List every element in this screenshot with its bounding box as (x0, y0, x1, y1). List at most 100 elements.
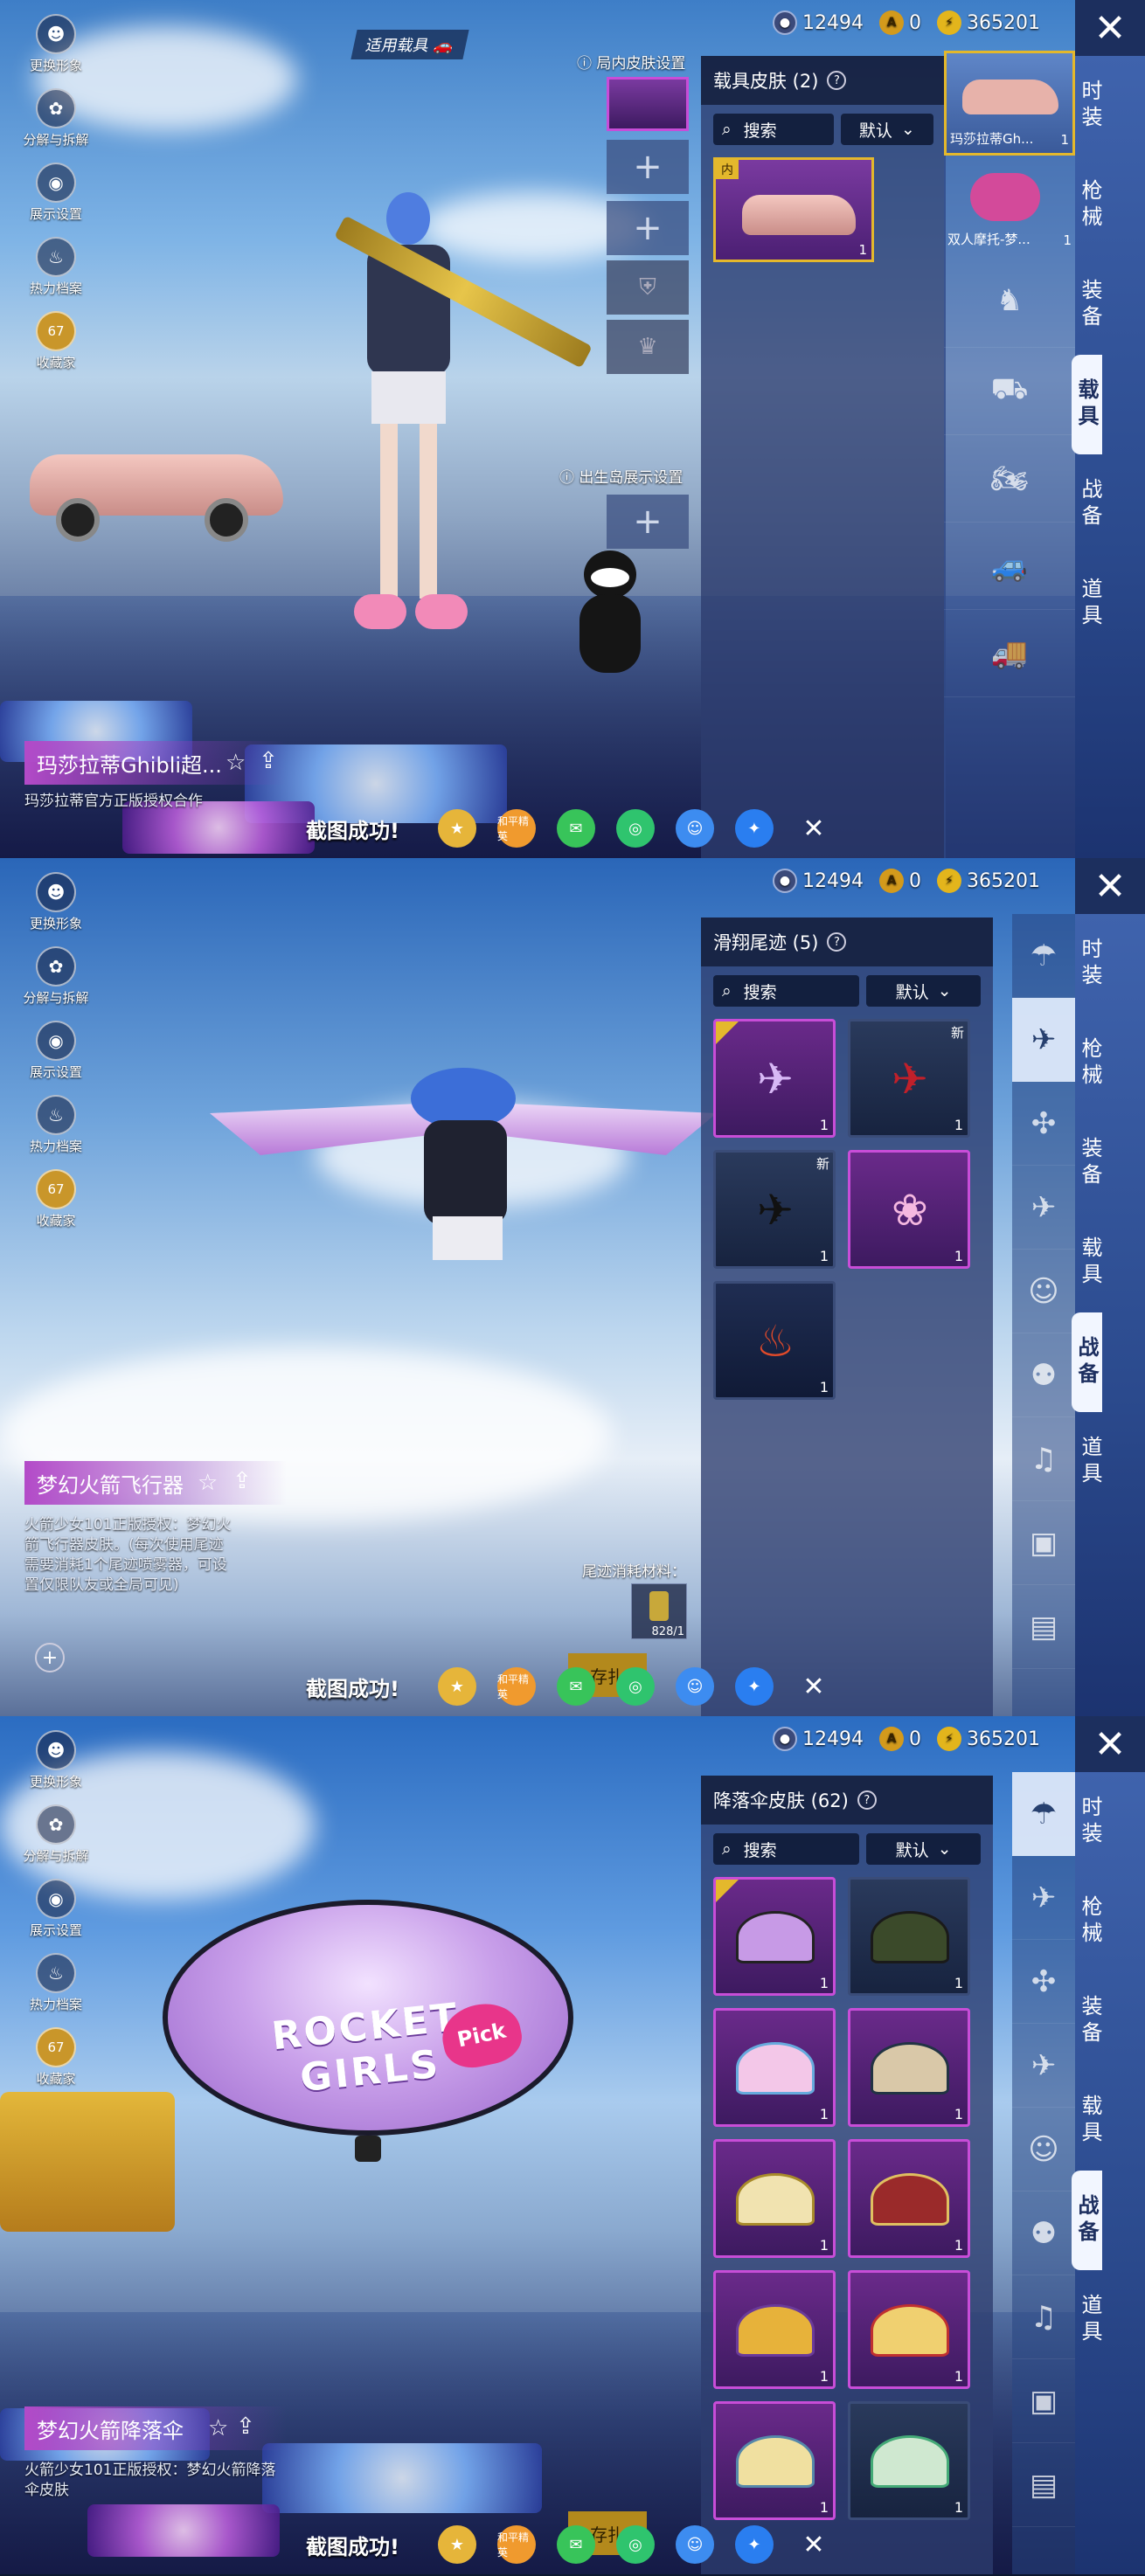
search-input[interactable]: ⌕ 搜索 (713, 975, 860, 1007)
spawn-setting-label[interactable]: ⓘ 出生岛展示设置 (559, 465, 683, 487)
vehicle-item-maserati[interactable]: 玛莎拉蒂Gh... 1 (944, 51, 1075, 156)
moments-icon[interactable]: ◎ (615, 809, 655, 848)
parachute-item[interactable]: 1 (848, 1877, 970, 1996)
decompose-button[interactable]: ✿ 分解与拆解 (12, 1804, 100, 1865)
vehicle-item-buggy[interactable]: ⛟ (944, 348, 1075, 435)
close-button[interactable]: ✕ (1075, 0, 1145, 56)
vehicle-item-motorbike[interactable]: 双人摩托-梦... 1 (944, 156, 1075, 253)
gallery-tab[interactable]: ▤ (1012, 1585, 1075, 1669)
qq-icon[interactable]: ☺ (675, 2525, 714, 2564)
search-input[interactable]: ⌕ 搜索 (713, 114, 834, 145)
favorite-icon[interactable]: ☆ (226, 750, 246, 776)
display-settings-button[interactable]: ◉ 展示设置 (12, 1021, 100, 1081)
spawn-slot-empty[interactable]: + (607, 495, 689, 549)
decompose-button[interactable]: ✿ 分解与拆解 (12, 88, 100, 149)
tab-items[interactable]: 道具 (1075, 2270, 1106, 2370)
tab-equipment[interactable]: 装备 (1075, 255, 1106, 355)
vehicle-item-motorcycle[interactable]: 🏍 (944, 435, 1075, 523)
moments-icon[interactable]: ◎ (615, 2525, 655, 2564)
tab-equipment[interactable]: 装备 (1075, 1113, 1106, 1213)
sort-dropdown[interactable]: 默认 ⌄ (840, 114, 933, 145)
parachute-item[interactable]: 1 (848, 2008, 970, 2127)
tab-vehicles[interactable]: 载具 (1075, 1213, 1106, 1312)
change-outfit-button[interactable]: ☻ 更换形象 (12, 872, 100, 932)
qzone-icon[interactable]: ✦ (734, 809, 774, 848)
applicable-vehicle-tag[interactable]: 适用载具 🚗 (350, 30, 469, 59)
vehicle-item-truck[interactable]: 🚚 (944, 610, 1075, 697)
coin-share-icon[interactable]: ★ (437, 809, 476, 848)
tab-vehicles[interactable]: 载具 (1075, 2071, 1106, 2171)
parachute-item[interactable]: 1 (713, 2401, 836, 2520)
tab-items[interactable]: 道具 (1075, 1412, 1106, 1512)
heat-archive-button[interactable]: ♨ 热力档案 (12, 1953, 100, 2013)
wechat-icon[interactable]: ✉ (556, 809, 595, 848)
close-icon[interactable]: ✕ (795, 2525, 833, 2564)
heat-archive-button[interactable]: ♨ 热力档案 (12, 237, 100, 297)
parachute-tab[interactable]: ☂ (1012, 1772, 1075, 1856)
aircraft-tab[interactable]: ✈ (1012, 1166, 1075, 1250)
chat-tab[interactable]: ▣ (1012, 1501, 1075, 1585)
inner-skin-slot-locked[interactable]: ♛ (607, 320, 689, 374)
help-icon[interactable]: ? (827, 71, 847, 90)
trail-item[interactable]: 新 ✈ 1 (713, 1150, 836, 1269)
add-icon[interactable]: + (35, 1643, 65, 1672)
display-settings-button[interactable]: ◉ 展示设置 (12, 1879, 100, 1939)
coin-share-icon[interactable]: ★ (437, 2525, 476, 2564)
favorite-icon[interactable]: ☆ (208, 2415, 228, 2441)
collector-button[interactable]: 67 收藏家 (12, 311, 100, 371)
tab-combat-gear[interactable]: 战备 (1072, 2171, 1102, 2270)
sound-tab[interactable]: ♫ (1012, 1417, 1075, 1501)
peacekeeper-share-icon[interactable]: 和平精英 (496, 2525, 536, 2564)
tab-weapons[interactable]: 枪械 (1075, 1014, 1106, 1113)
tab-weapons[interactable]: 枪械 (1075, 1872, 1106, 1971)
parachute-item[interactable]: 1 (713, 2139, 836, 2258)
emote-tab[interactable]: ☺ (1012, 2108, 1075, 2192)
collector-button[interactable]: 67 收藏家 (12, 1169, 100, 1229)
tab-combat-gear[interactable]: 战备 (1075, 454, 1106, 554)
chat-tab[interactable]: ▣ (1012, 2359, 1075, 2443)
peacekeeper-share-icon[interactable]: 和平精英 (496, 1667, 536, 1706)
decompose-button[interactable]: ✿ 分解与拆解 (12, 946, 100, 1007)
inner-skin-slot-empty[interactable]: + (607, 140, 689, 194)
share-icon[interactable]: ⇪ (259, 748, 278, 774)
vehicle-item-jeep[interactable]: 🚙 (944, 523, 1075, 610)
robot-tab[interactable]: ⚉ (1012, 1333, 1075, 1417)
peacekeeper-share-icon[interactable]: 和平精英 (496, 809, 536, 848)
vehicle-item-horse[interactable]: ♞ (944, 253, 1075, 348)
share-icon[interactable]: ⇪ (236, 2413, 255, 2440)
parachute-item[interactable]: 1 (848, 2270, 970, 2389)
collector-button[interactable]: 67 收藏家 (12, 2027, 100, 2088)
wechat-icon[interactable]: ✉ (556, 2525, 595, 2564)
change-outfit-button[interactable]: ☻ 更换形象 (12, 14, 100, 74)
aircraft-tab[interactable]: ✈ (1012, 2024, 1075, 2108)
tab-weapons[interactable]: 枪械 (1075, 156, 1106, 255)
trail-tab[interactable]: ✈ (1012, 998, 1075, 1082)
tab-fashion[interactable]: 时装 (1075, 914, 1106, 1014)
selected-vehicle-skin[interactable]: 内 1 (713, 157, 874, 262)
sort-dropdown[interactable]: 默认 ⌄ (866, 1833, 981, 1865)
sound-tab[interactable]: ♫ (1012, 2275, 1075, 2359)
share-icon[interactable]: ⇪ (232, 1468, 252, 1494)
gallery-tab[interactable]: ▤ (1012, 2443, 1075, 2527)
inner-skin-slot-locked[interactable]: ⛨ (607, 260, 689, 315)
trail-item[interactable]: ✈ 1 (713, 1019, 836, 1138)
tab-vehicles[interactable]: 载具 (1072, 355, 1102, 454)
robot-tab[interactable]: ⚉ (1012, 2192, 1075, 2275)
qzone-icon[interactable]: ✦ (734, 2525, 774, 2564)
help-icon[interactable]: ? (857, 1790, 877, 1810)
parachute-item[interactable]: 1 (848, 2401, 970, 2520)
help-icon[interactable]: ? (827, 932, 847, 952)
qq-icon[interactable]: ☺ (675, 809, 714, 848)
inner-skin-slot-active[interactable] (607, 77, 689, 131)
parachute-item[interactable]: 1 (713, 1877, 836, 1996)
qzone-icon[interactable]: ✦ (734, 1667, 774, 1706)
plane-tab[interactable]: ✣ (1012, 1940, 1075, 2024)
trail-item[interactable]: ♨ 1 (713, 1281, 836, 1400)
parachute-item[interactable]: 1 (848, 2139, 970, 2258)
sort-dropdown[interactable]: 默认 ⌄ (866, 975, 981, 1007)
trail-tab[interactable]: ✈ (1012, 1856, 1075, 1940)
inner-skin-setting-label[interactable]: ⓘ 局内皮肤设置 (577, 51, 685, 73)
trail-item[interactable]: 新 ✈ 1 (848, 1019, 970, 1138)
trail-sprayer-material[interactable]: 828/1 (631, 1583, 687, 1639)
change-outfit-button[interactable]: ☻ 更换形象 (12, 1730, 100, 1790)
